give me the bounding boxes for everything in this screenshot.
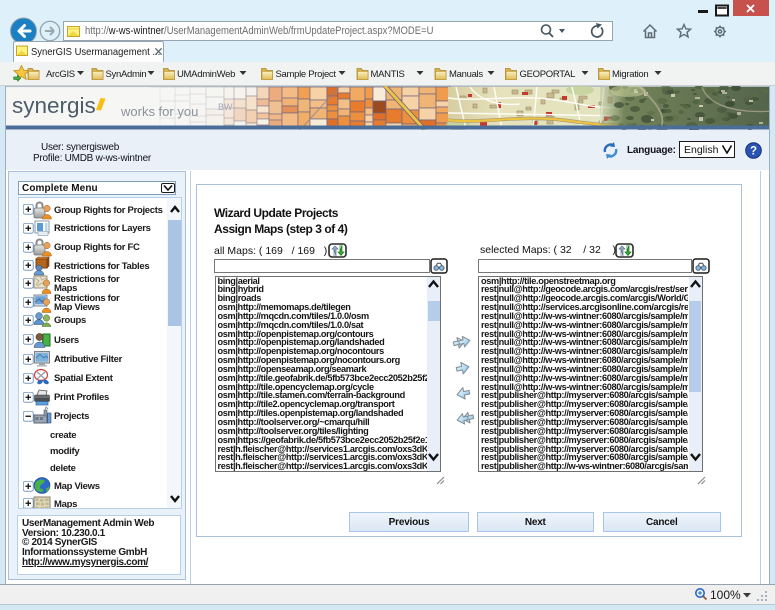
svg-text:synergis: synergis	[12, 93, 96, 118]
svg-text:BW: BW	[218, 102, 233, 112]
svg-text:?: ?	[750, 146, 757, 158]
svg-text:works for you: works for you	[120, 104, 198, 119]
